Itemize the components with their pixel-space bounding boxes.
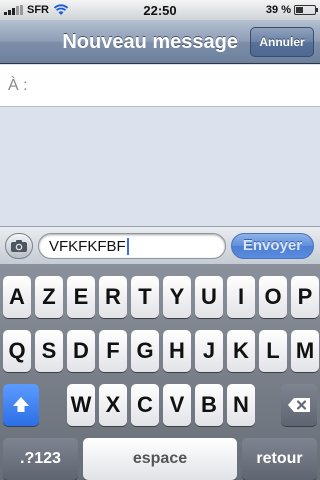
recipient-field[interactable]: À : [0,65,320,107]
key-v[interactable]: V [163,384,191,426]
message-input[interactable]: VFKFKFBF [38,233,226,259]
carrier-label: SFR [27,4,49,16]
space-key[interactable]: espace [83,438,237,480]
camera-icon [11,240,27,252]
shift-key[interactable] [3,384,39,426]
key-i[interactable]: I [227,276,255,318]
key-z[interactable]: Z [35,276,63,318]
key-k[interactable]: K [227,330,255,372]
key-d[interactable]: D [67,330,95,372]
message-text: VFKFKFBF [49,237,126,255]
status-left: SFR [4,4,114,16]
battery-icon [294,5,318,15]
text-caret [126,237,129,255]
key-n[interactable]: N [227,384,255,426]
messages-area [0,108,320,226]
battery-percent: 39 % [265,4,291,16]
key-j[interactable]: J [195,330,223,372]
nav-bar: Nouveau message Annuler [0,20,320,64]
numbers-key[interactable]: .?123 [3,438,78,480]
cancel-button[interactable]: Annuler [250,27,314,57]
key-u[interactable]: U [195,276,223,318]
key-a[interactable]: A [3,276,31,318]
return-key[interactable]: retour [242,438,317,480]
delete-key[interactable] [281,384,317,426]
wifi-icon [53,4,69,16]
signal-icon [4,5,23,15]
key-q[interactable]: Q [3,330,31,372]
key-r[interactable]: R [99,276,127,318]
key-b[interactable]: B [195,384,223,426]
delete-icon [288,398,310,412]
key-x[interactable]: X [99,384,127,426]
key-w[interactable]: W [67,384,95,426]
battery-fill [296,7,304,13]
send-button[interactable]: Envoyer [231,233,314,259]
key-s[interactable]: S [35,330,63,372]
shift-icon [13,397,29,412]
compose-bar: VFKFKFBF Envoyer [0,226,320,264]
key-o[interactable]: O [259,276,287,318]
key-g[interactable]: G [131,330,159,372]
page-title: Nouveau message [62,31,238,53]
status-bar: SFR 22:50 39 % [0,0,320,20]
status-right: 39 % [206,4,318,16]
key-m[interactable]: M [291,330,319,372]
key-p[interactable]: P [291,276,319,318]
status-time: 22:50 [143,2,177,18]
recipient-label: À : [8,77,28,94]
key-l[interactable]: L [259,330,287,372]
key-c[interactable]: C [131,384,159,426]
key-h[interactable]: H [163,330,191,372]
key-e[interactable]: E [67,276,95,318]
key-f[interactable]: F [99,330,127,372]
key-t[interactable]: T [131,276,159,318]
camera-button[interactable] [5,233,33,259]
keyboard: .?123 espace retour AZERTYUIOP QSDFGHJKLM… [0,264,320,480]
key-y[interactable]: Y [163,276,191,318]
